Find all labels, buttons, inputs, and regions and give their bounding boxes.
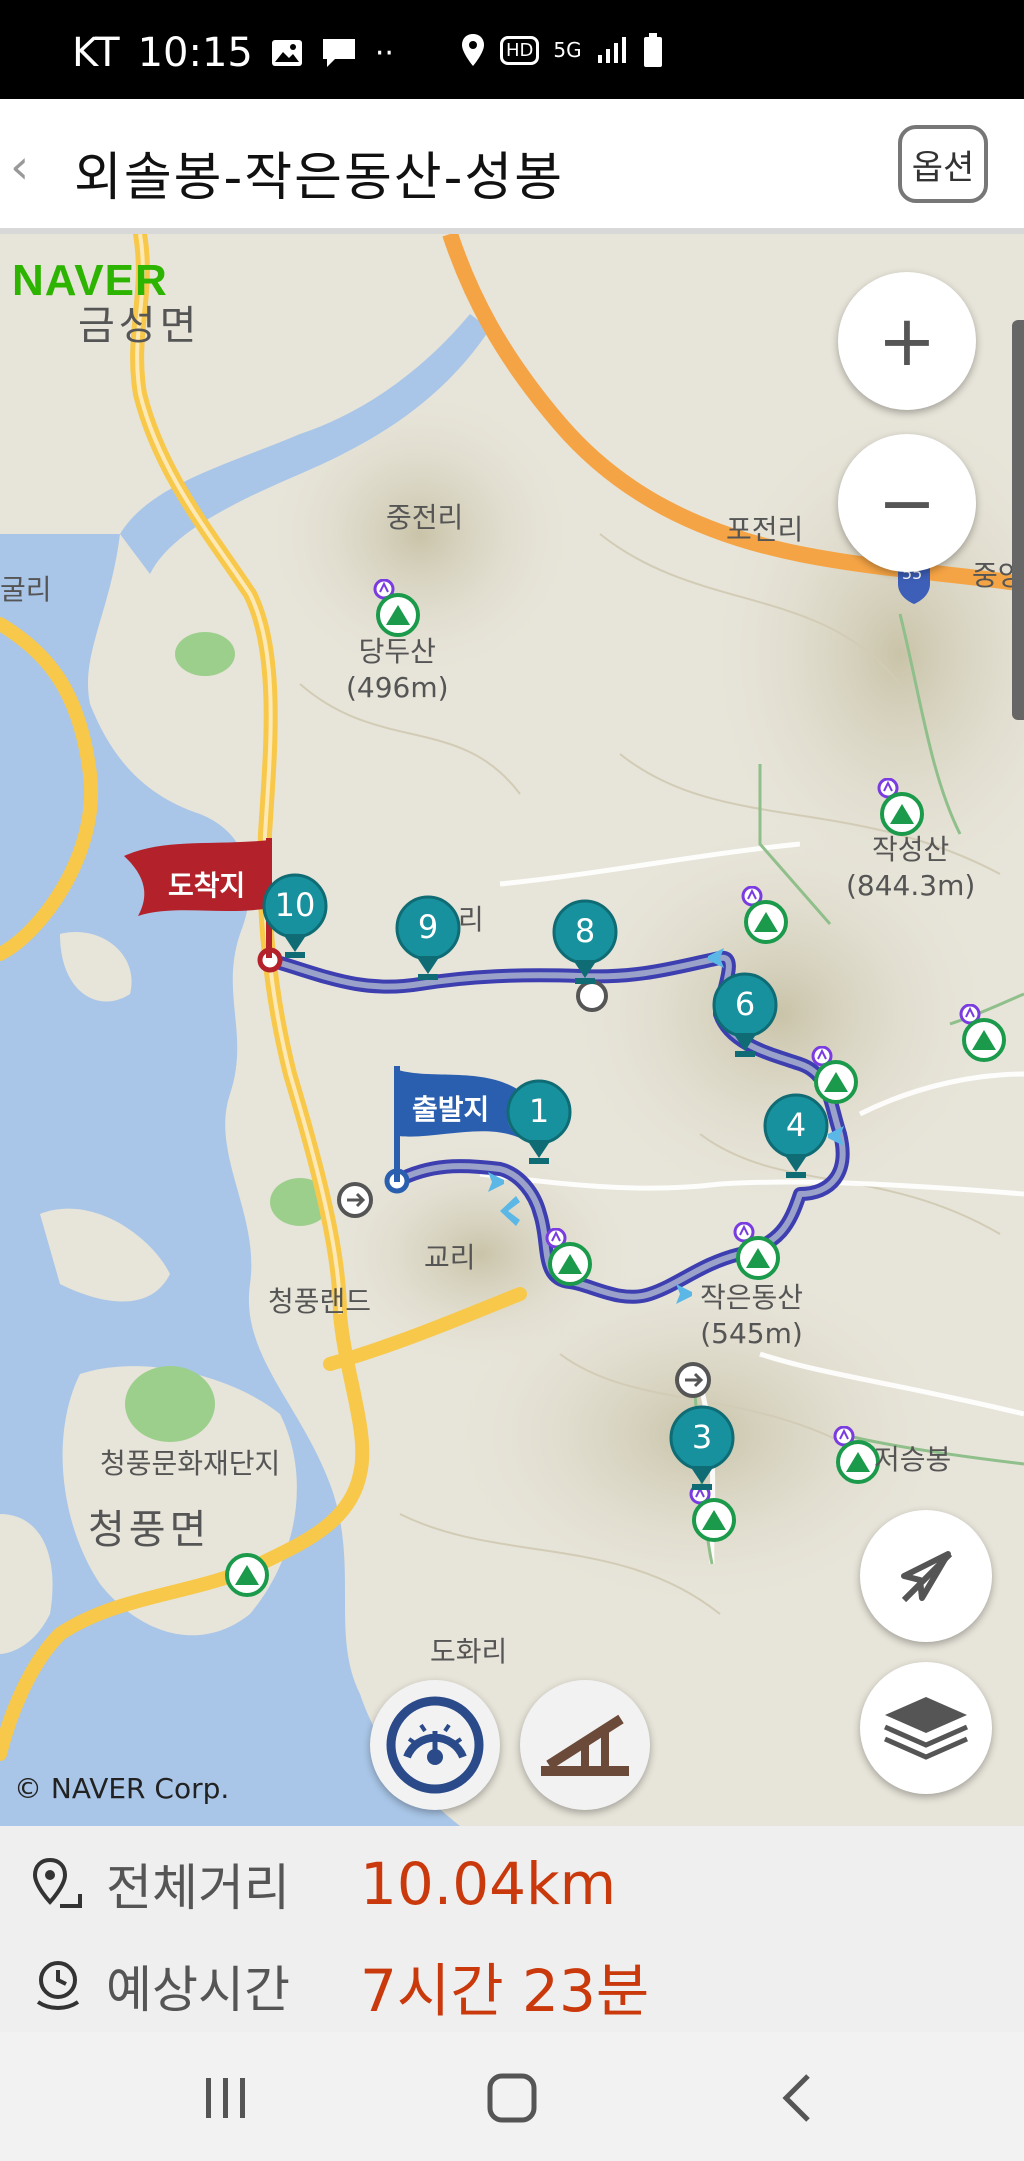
back-button[interactable]: ‹ [10, 139, 29, 195]
waypoint-marker[interactable]: 8 [546, 898, 624, 988]
elevation-icon [541, 1714, 629, 1776]
signal-icon [597, 37, 626, 63]
chevron-left-icon: ‹ [10, 139, 30, 195]
map-copyright: © NAVER Corp. [14, 1772, 230, 1805]
time-row: 예상시간 7시간 23분 [30, 1944, 649, 2028]
layers-icon [883, 1697, 969, 1760]
map-layers-button[interactable] [860, 1662, 992, 1794]
label-pojeon: 포전리 [726, 513, 804, 546]
back-icon[interactable] [770, 2068, 830, 2128]
label-jakseongsan-height: (844.3m) [846, 869, 976, 902]
label-dohwari: 도화리 [430, 1635, 508, 1668]
label-cheongpung-myeon: 청풍면 [88, 1507, 211, 1553]
distance-value: 10.04km [360, 1850, 617, 1918]
waypoint-marker[interactable]: 3 [663, 1404, 741, 1494]
label-dangdusan-name: 당두산 [358, 635, 436, 668]
battery-icon [643, 33, 662, 67]
app-bar: ‹ 외솔봉-작은동산-성봉 옵션 [0, 99, 1024, 234]
carrier-label: KT [72, 30, 120, 76]
label-guri: 굴리 [0, 573, 52, 606]
minus-icon: − [877, 462, 937, 544]
mountain-marker-peak-a[interactable] [738, 886, 788, 946]
naver-logo: NAVER [12, 256, 168, 305]
waypoint-number: 10 [274, 886, 316, 924]
network-type-icon: 5G [553, 38, 582, 62]
label-jakseongsan: 작성산 (844.3m) [846, 832, 975, 904]
arrival-flag-label: 도착지 [168, 869, 246, 902]
location-tracking-button[interactable] [860, 1510, 992, 1642]
mountain-marker-cheongpung[interactable] [222, 1550, 272, 1600]
zoom-in-button[interactable]: + [838, 272, 976, 410]
mountain-marker-peak-d[interactable] [542, 1228, 592, 1288]
label-jageundongsan-name: 작은동산 [700, 1281, 804, 1314]
waypoint-number: 3 [691, 1418, 713, 1456]
page-title: 외솔봉-작은동산-성봉 [74, 148, 565, 208]
waypoint-marker[interactable]: 4 [757, 1092, 835, 1182]
waypoint-number: 9 [417, 908, 439, 946]
waypoint-marker[interactable]: 1 [500, 1078, 578, 1168]
status-bar: KT 10:15 ·· HD 5G [0, 0, 1024, 99]
clock: 10:15 [137, 30, 253, 76]
location-time-icon [36, 1961, 80, 2010]
waypoint-marker[interactable]: 6 [706, 971, 784, 1061]
time-label: 예상시간 [106, 1961, 290, 2019]
home-icon[interactable] [482, 2068, 542, 2128]
label-geumseong: 금성면 [78, 303, 201, 349]
label-jageundongsan: 작은동산 (545m) [700, 1280, 803, 1352]
label-dangdusan: 당두산 (496m) [346, 634, 449, 706]
label-gyori: 교리 [424, 1241, 476, 1274]
time-value: 7시간 23분 [360, 1957, 650, 2025]
recent-apps-icon[interactable] [196, 2068, 256, 2128]
mountain-marker-jageundongsan[interactable] [730, 1222, 780, 1282]
label-jakseongsan-name: 작성산 [872, 833, 950, 866]
hd-voice-icon: HD [500, 35, 540, 65]
departure-flag-label: 출발지 [412, 1093, 490, 1126]
distance-label: 전체거리 [106, 1859, 290, 1917]
route-summary: 전체거리 10.04km 예상시간 7시간 23분 [0, 1826, 1024, 2032]
label-cheongpungland: 청풍랜드 [268, 1285, 372, 1318]
navigation-off-icon [901, 1551, 953, 1603]
waypoint-number: 1 [528, 1092, 550, 1130]
elevation-profile-button[interactable] [520, 1680, 650, 1810]
speedometer-button[interactable] [370, 1680, 500, 1810]
mountain-marker-dangdusan[interactable] [370, 579, 420, 639]
map-view[interactable]: NAVER 금성면 중전리 포전리 중앙 굴리 당두산 (496m) 작성산 (… [0, 234, 1024, 1826]
label-jungjeon: 중전리 [386, 501, 464, 534]
side-panel-handle[interactable] [1012, 320, 1024, 720]
gallery-icon [271, 40, 302, 66]
mountain-marker-jeoseungbong[interactable] [830, 1426, 880, 1486]
distance-row: 전체거리 10.04km [30, 1848, 616, 1920]
message-icon [322, 39, 355, 67]
plus-icon: + [877, 300, 937, 382]
waypoint-marker[interactable]: 10 [256, 872, 334, 962]
mountain-marker-jakseongsan[interactable] [874, 778, 924, 838]
label-dangdusan-height: (496m) [346, 671, 449, 704]
mountain-marker-peak-b[interactable] [956, 1004, 1006, 1064]
waypoint-marker[interactable]: 9 [389, 894, 467, 984]
label-jeoseungbong: 저승봉 [874, 1443, 952, 1476]
location-icon [462, 34, 484, 66]
label-cheongpung-culture: 청풍문화재단지 [100, 1447, 281, 1480]
waypoint-number: 6 [734, 985, 756, 1023]
system-nav-bar [0, 2032, 1024, 2161]
options-button[interactable]: 옵션 [898, 125, 988, 203]
location-distance-icon [32, 1857, 82, 1908]
waypoint-number: 8 [574, 912, 596, 950]
arrival-flag[interactable]: 도착지 [124, 838, 274, 962]
more-notifications-icon: ·· [374, 35, 394, 71]
speedometer-icon [386, 1696, 484, 1794]
zoom-out-button[interactable]: − [838, 434, 976, 572]
label-jageundongsan-height: (545m) [700, 1317, 803, 1350]
waypoint-number: 4 [785, 1106, 807, 1144]
